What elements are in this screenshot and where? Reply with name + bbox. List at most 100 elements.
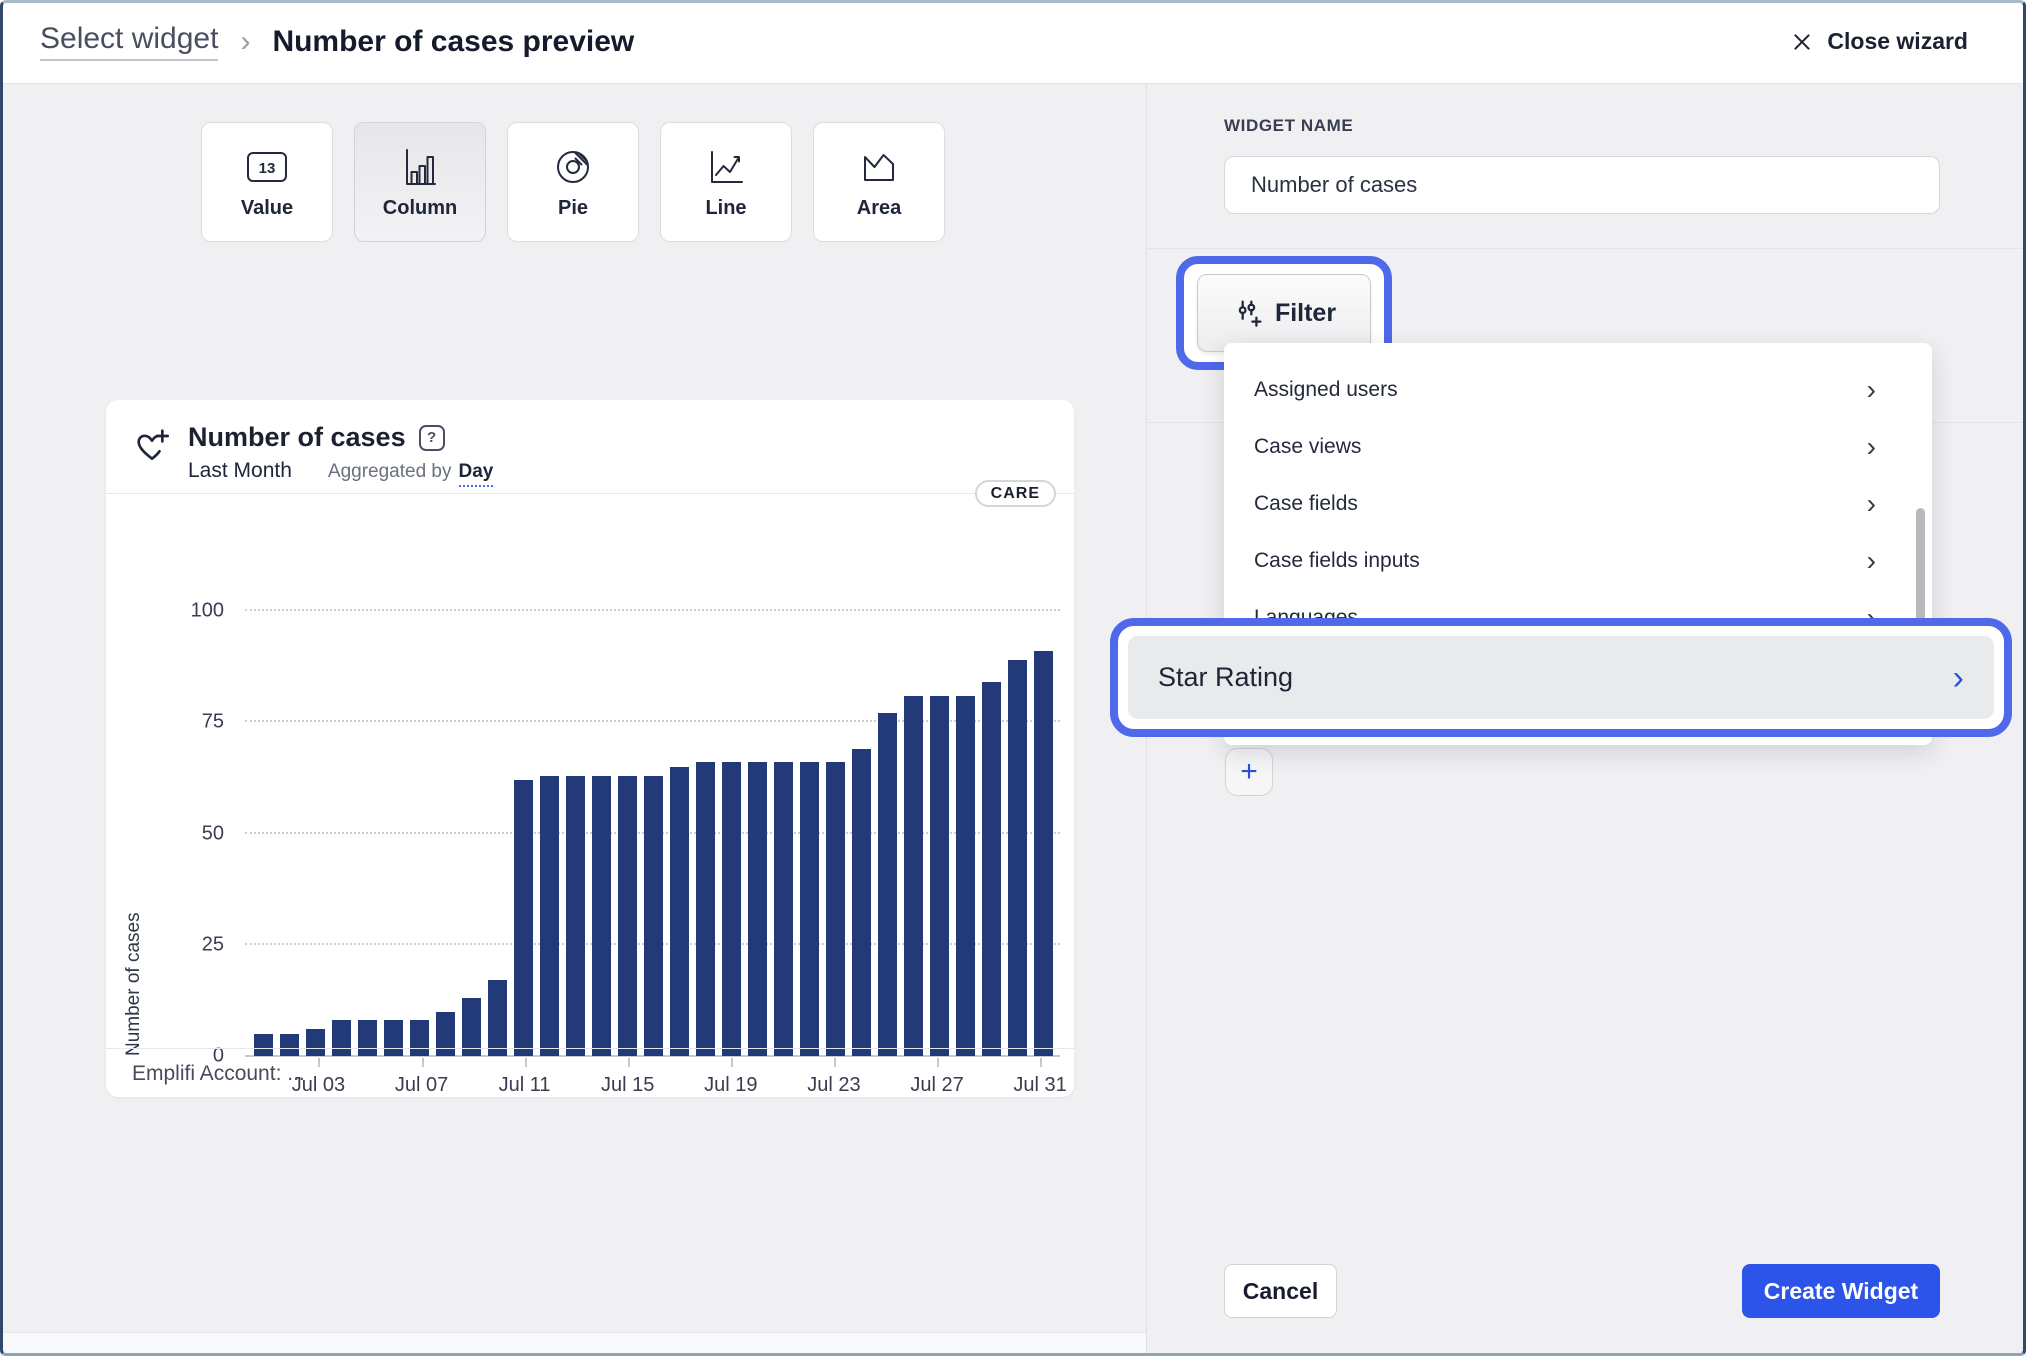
breadcrumb-chevron-icon: › [240, 24, 251, 58]
chart-period: Last Month [188, 459, 292, 482]
aggregation-day-dropdown[interactable]: Day [458, 461, 494, 487]
chevron-right-icon: › [1866, 373, 1876, 405]
widget-type-label: Column [382, 196, 458, 219]
card-footer-account: Emplifi Account: ... [132, 1062, 305, 1085]
bar-jul-25 [878, 713, 897, 1056]
bar-jul-14 [592, 775, 611, 1056]
close-icon [1791, 31, 1813, 53]
line-widget-icon [703, 145, 749, 189]
filter-dropdown-items: Assigned users › Case views › Case fields › Ca… [1224, 361, 1932, 646]
section-divider [1147, 248, 2026, 249]
x-axis-tick-label: Jul 31 [1013, 1074, 1067, 1096]
main-bottom-strip [0, 1332, 1146, 1356]
bar-jul-15 [618, 775, 637, 1056]
widget-type-value-button[interactable]: 13 Value [201, 122, 333, 242]
bar-jul-29 [982, 682, 1001, 1056]
star-rating-label: Star Rating [1158, 662, 1294, 692]
widget-type-selector: 13 Value Column Pie Line Area [0, 122, 1146, 242]
care-heart-plus-icon [132, 426, 172, 466]
widget-type-line-button[interactable]: Line [660, 122, 792, 242]
bar-jul-17 [670, 766, 689, 1056]
close-wizard-button[interactable]: Close wizard [1791, 28, 1968, 55]
bar-jul-16 [644, 775, 663, 1056]
bar-jul-04 [332, 1020, 351, 1056]
y-axis-tick: 75 [201, 710, 224, 733]
chevron-right-icon: › [1866, 430, 1876, 462]
filter-option-label: Case fields [1254, 491, 1358, 515]
x-axis-tick-label: Jul 27 [910, 1074, 964, 1096]
filter-button[interactable]: Filter [1197, 274, 1371, 352]
bar-jul-22 [800, 762, 819, 1056]
aggregated-by-label: Aggregated by [327, 461, 452, 482]
cancel-button[interactable]: Cancel [1224, 1264, 1337, 1318]
x-axis-tick [730, 1058, 733, 1067]
bar-jul-21 [774, 762, 793, 1056]
filter-option-case-views[interactable]: Case views › [1224, 418, 1932, 475]
chevron-right-icon: › [1866, 487, 1876, 519]
care-badge: CARE [974, 480, 1056, 507]
widget-type-label: Line [705, 196, 747, 219]
add-filter-button[interactable]: + [1225, 748, 1273, 796]
widget-name-input[interactable] [1224, 156, 1940, 214]
bar-jul-11 [514, 780, 533, 1056]
bar-jul-31 [1034, 651, 1053, 1056]
breadcrumb: Select widget › Number of cases preview [40, 22, 634, 61]
card-header-divider [106, 493, 1074, 494]
breadcrumb-select-widget-link[interactable]: Select widget [40, 22, 219, 61]
filter-button-label: Filter [1274, 298, 1337, 327]
x-axis-tick [421, 1058, 424, 1067]
bar-chart: Number of cases 0 25 50 75 100 Jul 03 Jul 07 Jul… [123, 600, 1067, 1097]
bar-jul-05 [358, 1020, 377, 1056]
star-rating-annotation-ring: Star Rating › [1110, 618, 2012, 737]
bar-jul-07 [410, 1020, 429, 1056]
filter-sliders-icon [1232, 297, 1264, 329]
bar-jul-27 [930, 695, 949, 1056]
x-axis-tick [627, 1058, 630, 1067]
widget-type-pie-button[interactable]: Pie [507, 122, 639, 242]
bar-jul-24 [852, 748, 871, 1056]
wizard-topbar: Select widget › Number of cases preview … [0, 0, 2026, 84]
bar-jul-12 [540, 775, 559, 1056]
bar-jul-08 [436, 1011, 455, 1056]
x-axis-tick-label: Jul 23 [807, 1074, 861, 1096]
bar-jul-30 [1008, 659, 1027, 1056]
bar-jul-01 [254, 1033, 273, 1056]
x-axis-tick-label: Jul 11 [498, 1074, 551, 1096]
bar-jul-13 [566, 775, 585, 1056]
bar-jul-19 [722, 762, 741, 1056]
x-axis-tick [1040, 1058, 1043, 1067]
x-axis-tick [524, 1058, 527, 1067]
bar-jul-02 [280, 1033, 299, 1056]
svg-text:13: 13 [259, 160, 276, 177]
widget-type-column-button[interactable]: Column [354, 122, 486, 242]
filter-option-label: Case fields inputs [1254, 548, 1420, 572]
chart-title: Number of cases [188, 422, 406, 452]
bar-jul-03 [306, 1029, 325, 1056]
widget-preview-card: Number of cases ? Last Month Aggregated … [106, 400, 1074, 1097]
widget-name-label: WIDGET NAME [1224, 116, 1354, 135]
x-axis-tick-label: Jul 07 [394, 1074, 449, 1096]
close-wizard-label: Close wizard [1827, 28, 1968, 54]
value-widget-icon: 13 [244, 145, 290, 189]
widget-type-label: Value [240, 196, 294, 219]
create-widget-button[interactable]: Create Widget [1742, 1264, 1940, 1318]
filter-option-case-fields-inputs[interactable]: Case fields inputs › [1224, 532, 1932, 589]
bar-jul-26 [904, 695, 923, 1056]
column-widget-icon [397, 145, 443, 189]
help-icon[interactable]: ? [418, 424, 445, 451]
x-axis-tick [318, 1058, 321, 1067]
filter-option-assigned-users[interactable]: Assigned users › [1224, 361, 1932, 418]
card-header-text: Number of cases ? Last Month Aggregated … [188, 422, 494, 487]
x-axis-tick-label: Jul 19 [704, 1074, 758, 1096]
y-axis-tick: 25 [201, 933, 224, 956]
x-axis-tick [833, 1058, 836, 1067]
y-axis-tick: 50 [201, 822, 224, 844]
widget-type-label: Pie [557, 196, 589, 219]
filter-option-label: Case views [1254, 434, 1362, 458]
filter-option-case-fields[interactable]: Case fields › [1224, 475, 1932, 532]
star-rating-menu-item[interactable]: Star Rating › [1128, 636, 1994, 719]
widget-wizard-window: Select widget › Number of cases preview … [0, 0, 2026, 1356]
widget-type-area-button[interactable]: Area [813, 122, 945, 242]
bar-series [251, 611, 1056, 1056]
bar-jul-28 [956, 695, 975, 1056]
